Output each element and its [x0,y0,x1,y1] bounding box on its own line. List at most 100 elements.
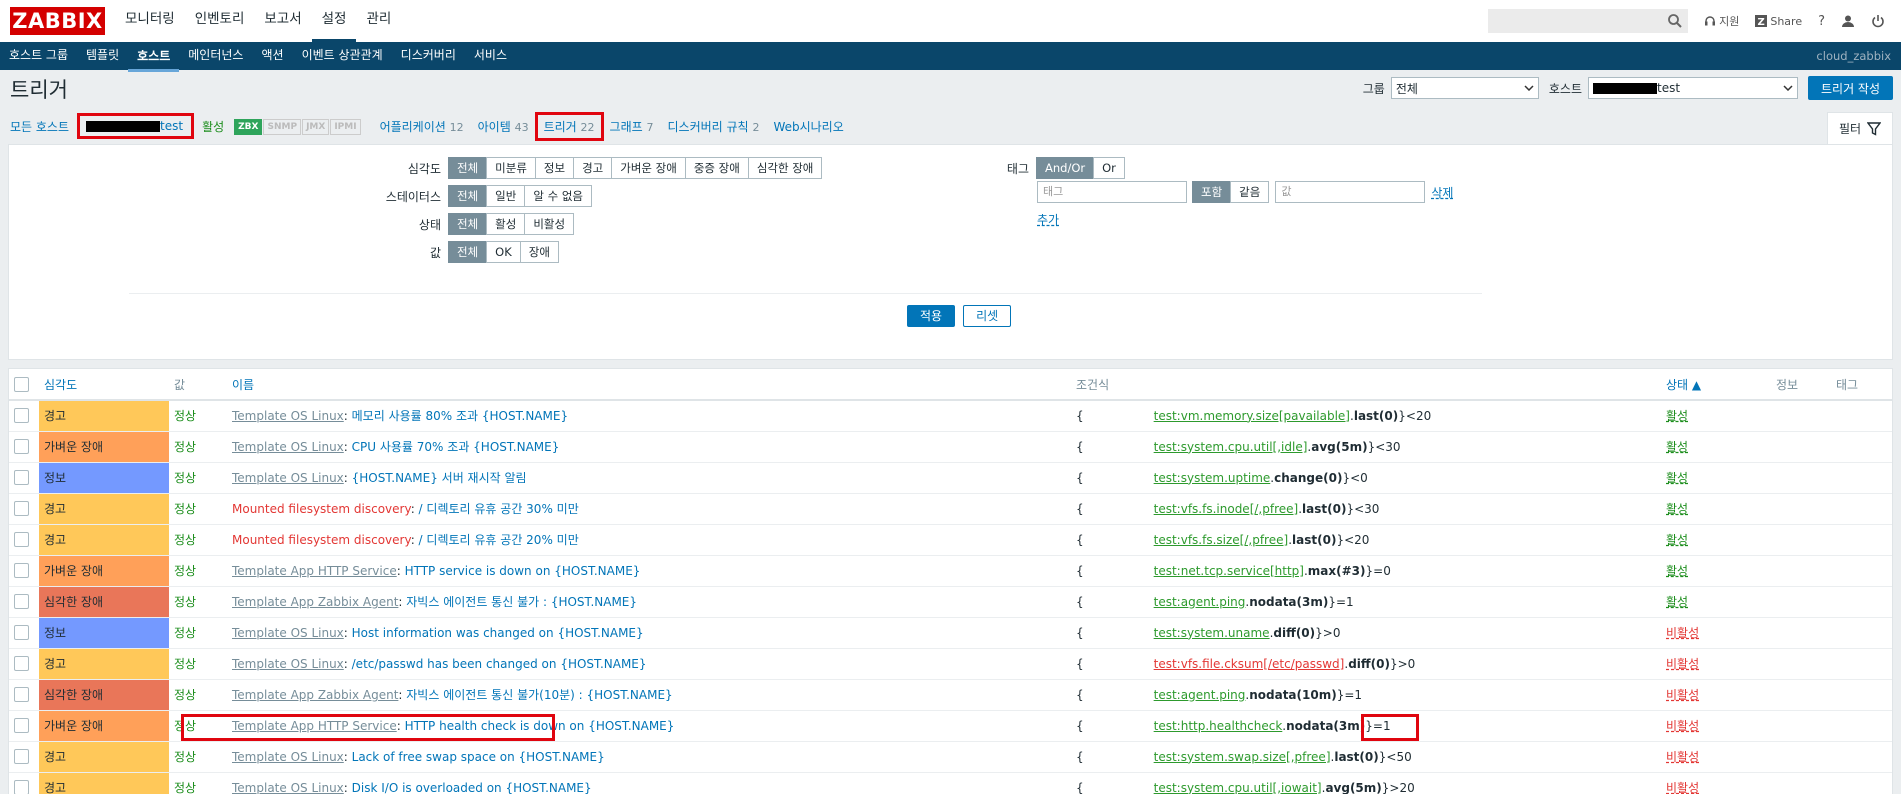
status-filter-option[interactable]: 비활성 [524,213,575,235]
zabbix-logo[interactable]: ZABBIX [10,7,105,35]
discovery-label[interactable]: 디스커버리 규칙 [668,120,749,134]
global-search[interactable] [1488,9,1689,33]
row-checkbox[interactable] [14,408,29,424]
row-checkbox[interactable] [14,532,29,547]
tag-value-input[interactable]: 값 [1275,181,1426,203]
status-toggle-link[interactable]: 비활성 [1666,781,1699,794]
severity-column-header[interactable]: 심각도 [44,378,77,392]
main-menu-item[interactable]: 설정 [311,0,357,42]
status-toggle-link[interactable]: 활성 [1666,409,1688,423]
tag-match-operator-option[interactable]: 같음 [1230,181,1270,203]
trigger-name-link[interactable]: / 디렉토리 유휴 공간 20% 미만 [419,533,579,547]
items-tab[interactable]: 아이템 43 [478,118,529,135]
web-tab[interactable]: Web시나리오 [773,118,843,135]
template-link[interactable]: Template App HTTP Service [232,719,397,733]
support-link[interactable]: 지원 [1696,13,1747,29]
tags-operator-option[interactable]: Or [1093,157,1125,179]
expression-item-key[interactable]: test:system.cpu.util[,iowait] [1154,781,1322,794]
template-link[interactable]: Template OS Linux [232,440,344,454]
status-filter-option[interactable]: 전체 [448,213,488,235]
discovery-tab[interactable]: 디스커버리 규칙 2 [668,118,760,135]
create-trigger-button[interactable]: 트리거 작성 [1807,76,1893,100]
host-status[interactable]: 활성 [202,118,224,135]
tag-name-input[interactable]: 태그 [1037,181,1187,203]
severity-filter-option[interactable]: 미분류 [486,157,536,179]
expression-item-key[interactable]: test:vfs.fs.size[/,pfree] [1154,533,1289,547]
status-toggle-link[interactable]: 활성 [1666,595,1688,609]
expression-item-key[interactable]: test:vm.memory.size[pavailable] [1154,409,1350,423]
value-filter-option[interactable]: 장애 [519,241,559,263]
triggers-tab[interactable]: 트리거 22 [534,111,604,141]
state-filter-option[interactable]: 일반 [486,185,526,207]
status-toggle-link[interactable]: 비활성 [1666,657,1699,671]
template-link[interactable]: Template OS Linux [232,471,344,485]
template-link[interactable]: Mounted filesystem discovery [232,533,411,547]
trigger-name-link[interactable]: HTTP service is down on {HOST.NAME} [405,564,641,578]
expression-item-key[interactable]: test:system.cpu.util[,idle] [1154,440,1308,454]
value-filter-option[interactable]: OK [486,241,521,263]
web-label[interactable]: Web시나리오 [773,120,843,134]
state-filter-option[interactable]: 알 수 없음 [524,185,592,207]
tag-match-operator-option[interactable]: 포함 [1192,181,1232,203]
sub-menu-item[interactable]: 호스트 [128,44,180,72]
row-checkbox[interactable] [14,718,29,733]
severity-filter-option[interactable]: 중증 장애 [684,157,749,179]
tag-add-link[interactable]: 추가 [1037,211,1059,228]
expression-item-key[interactable]: test:http.healthcheck [1154,719,1283,733]
status-toggle-link[interactable]: 비활성 [1666,626,1699,640]
row-checkbox[interactable] [14,470,29,485]
expression-item-key[interactable]: test:agent.ping [1154,688,1246,702]
search-input[interactable] [1489,10,1688,32]
row-checkbox[interactable] [14,439,29,454]
main-menu-item[interactable]: 인벤토리 [185,0,255,42]
status-toggle-link[interactable]: 활성 [1666,533,1688,547]
expression-item-key[interactable]: test:net.tcp.service[http] [1154,564,1304,578]
severity-filter-option[interactable]: 심각한 장애 [747,157,823,179]
template-link[interactable]: Mounted filesystem discovery [232,502,411,516]
sub-menu-item[interactable]: 서비스 [465,41,516,72]
trigger-name-link[interactable]: / 디렉토리 유휴 공간 30% 미만 [419,502,579,516]
status-toggle-link[interactable]: 비활성 [1666,688,1699,702]
expression-item-key[interactable]: test:system.uptime [1154,471,1271,485]
severity-filter-option[interactable]: 가벼운 장애 [611,157,686,179]
severity-filter-option[interactable]: 정보 [534,157,575,179]
trigger-name-link[interactable]: Host information was changed on {HOST.NA… [352,626,644,640]
status-toggle-link[interactable]: 활성 [1666,471,1688,485]
row-checkbox[interactable] [14,563,29,578]
severity-filter-option[interactable]: 경고 [573,157,613,179]
main-menu-item[interactable]: 모니터링 [115,0,185,42]
row-checkbox[interactable] [14,625,29,640]
trigger-name-link[interactable]: 자빅스 에이전트 통신 불가(10분) : {HOST.NAME} [406,688,672,702]
status-column-header[interactable]: 상태 ▲ [1666,378,1701,392]
trigger-name-link[interactable]: HTTP health check is down on {HOST.NAME} [405,719,675,733]
status-filter-option[interactable]: 활성 [486,213,526,235]
template-link[interactable]: Template OS Linux [232,626,344,640]
items-label[interactable]: 아이템 [478,120,511,134]
applications-tab[interactable]: 어플리케이션 12 [380,118,464,135]
template-link[interactable]: Template OS Linux [232,409,344,423]
template-link[interactable]: Template App HTTP Service [232,564,397,578]
help-link[interactable]: ? [1810,14,1833,29]
sub-menu-item[interactable]: 디스커버리 [392,41,465,72]
host-select[interactable]: test [1587,77,1798,99]
expression-item-key[interactable]: test:system.swap.size[,pfree] [1154,750,1331,764]
sub-menu-item[interactable]: 템플릿 [77,41,128,72]
graphs-tab[interactable]: 그래프 7 [610,118,654,135]
main-menu-item[interactable]: 보고서 [254,0,311,42]
tag-remove-link[interactable]: 삭제 [1431,184,1453,201]
trigger-name-link[interactable]: 메모리 사용률 80% 조과 {HOST.NAME} [352,409,568,423]
sub-menu-item[interactable]: 호스트 그룹 [0,41,77,72]
reset-button[interactable]: 리셋 [963,305,1012,327]
severity-filter-option[interactable]: 전체 [448,157,488,179]
main-menu-item[interactable]: 관리 [356,0,401,42]
triggers-label[interactable]: 트리거 [544,120,577,134]
status-toggle-link[interactable]: 비활성 [1666,719,1699,733]
status-toggle-link[interactable]: 활성 [1666,502,1688,516]
name-column-header[interactable]: 이름 [232,378,254,392]
profile-link[interactable] [1833,14,1863,28]
apply-button[interactable]: 적용 [907,305,956,327]
template-link[interactable]: Template App Zabbix Agent [232,688,398,702]
row-checkbox[interactable] [14,594,29,609]
trigger-name-link[interactable]: 자빅스 에이전트 통신 불가 : {HOST.NAME} [406,595,637,609]
row-checkbox[interactable] [14,687,29,702]
